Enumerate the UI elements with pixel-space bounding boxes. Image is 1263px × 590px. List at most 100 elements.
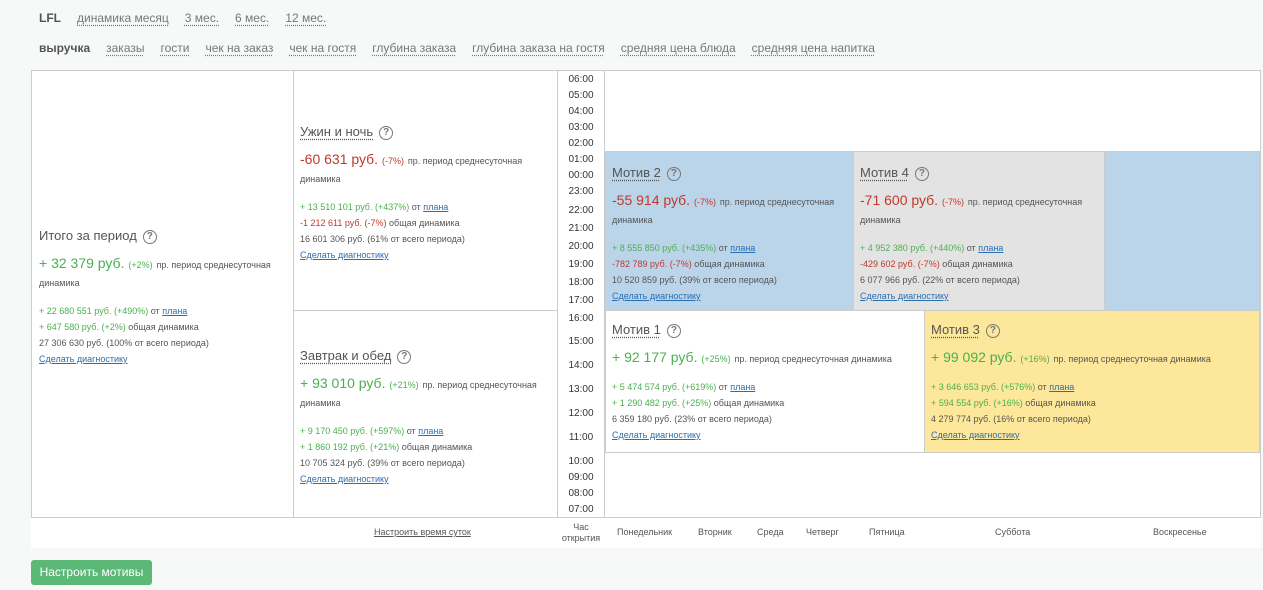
dinner-title[interactable]: Ужин и ночь (300, 124, 373, 139)
motiv2-plan-line: + 8 555 850 руб. (+435%) (612, 243, 717, 253)
motiv1-pct: (+25%) (701, 354, 731, 364)
day-thursday: Четверг (806, 527, 839, 537)
motiv1-plan-link[interactable]: плана (730, 382, 755, 392)
motiv4-plan-link[interactable]: плана (978, 243, 1003, 253)
nav-3m[interactable]: 3 мес. (185, 11, 219, 25)
nav-guests[interactable]: гости (160, 41, 189, 55)
dinner-block: Ужин и ночь? -60 631 руб. (-7%) пр. пери… (300, 123, 552, 263)
nav-month[interactable]: динамика месяц (77, 11, 169, 25)
total-diagnostics-link[interactable]: Сделать диагностику (39, 351, 289, 367)
nav-check-guest[interactable]: чек на гостя (289, 41, 356, 55)
motiv1-desc: пр. период среднесуточная динамика (734, 354, 892, 364)
dinner-summary: -60 631 руб. (-7%) пр. период среднесуто… (300, 151, 552, 187)
nav-avg-dish[interactable]: средняя цена блюда (621, 41, 736, 55)
time-label: 14:00 (568, 360, 594, 371)
motiv4-sum-line: 6 077 966 руб. (22% от всего периода) (860, 275, 1020, 285)
help-icon[interactable]: ? (379, 126, 394, 140)
dinner-title-row: Ужин и ночь? (300, 123, 552, 141)
motiv1-title[interactable]: Мотив 1 (612, 322, 661, 337)
dinner-pct: (-7%) (381, 156, 404, 166)
motiv4-diagnostics-link[interactable]: Сделать диагностику (860, 288, 1102, 304)
breakfast-diagnostics-link[interactable]: Сделать диагностику (300, 471, 552, 487)
time-label: 03:00 (568, 122, 594, 133)
total-title-row: Итого за период? (39, 227, 289, 245)
help-icon[interactable]: ? (397, 350, 412, 364)
dinner-general-line: -1 212 611 руб. (-7%) (300, 218, 387, 228)
motiv2-cell-sunday (1104, 151, 1260, 311)
motiv3-diagnostics-link[interactable]: Сделать диагностику (931, 427, 1257, 443)
motiv3-cell: Мотив 3? + 99 092 руб. (+16%) пр. период… (924, 310, 1260, 453)
total-pct: (+2%) (128, 260, 153, 270)
configure-motives-button[interactable]: Настроить мотивы (31, 560, 152, 585)
total-plan-link[interactable]: плана (162, 306, 187, 316)
nav-lfl[interactable]: LFL (39, 11, 61, 25)
motiv1-sum-line: 6 359 180 руб. (23% от всего периода) (612, 414, 772, 424)
configure-time-link[interactable]: Настроить время суток (374, 527, 471, 537)
metric-nav: выручка заказы гости чек на заказ чек на… (39, 41, 891, 55)
motiv1-plan-text: от (718, 382, 728, 392)
help-icon[interactable]: ? (666, 167, 681, 181)
motiv3-general-line: + 594 554 руб. (+16%) (931, 398, 1023, 408)
nav-revenue[interactable]: выручка (39, 41, 90, 55)
motiv1-general-line: + 1 290 482 руб. (+25%) (612, 398, 712, 408)
motiv4-pct: (-7%) (941, 197, 964, 207)
motiv3-pct: (+16%) (1020, 354, 1050, 364)
time-label: 09:00 (568, 472, 594, 483)
motiv3-summary: + 99 092 руб. (+16%) пр. период среднесу… (931, 349, 1257, 367)
time-label: 07:00 (568, 504, 594, 515)
motiv1-plan-line: + 5 474 574 руб. (+619%) (612, 382, 717, 392)
nav-orders[interactable]: заказы (106, 41, 144, 55)
motiv2-general-text: общая динамика (694, 259, 765, 269)
time-label: 19:00 (568, 259, 594, 270)
breakfast-plan-line: + 9 170 450 руб. (+597%) (300, 426, 405, 436)
motiv4-title-row: Мотив 4? (860, 164, 1102, 182)
time-label: 12:00 (568, 408, 594, 419)
nav-order-depth-guest[interactable]: глубина заказа на гостя (472, 41, 605, 55)
nav-check-order[interactable]: чек на заказ (205, 41, 273, 55)
motiv1-general-text: общая динамика (713, 398, 785, 408)
day-wednesday: Среда (757, 527, 784, 537)
motiv3-title[interactable]: Мотив 3 (931, 322, 980, 337)
motiv4-title[interactable]: Мотив 4 (860, 165, 909, 180)
breakfast-general-line: + 1 860 192 руб. (+21%) (300, 442, 400, 452)
motiv2-summary: -55 914 руб. (-7%) пр. период среднесуто… (612, 192, 852, 228)
day-friday: Пятница (869, 527, 905, 537)
motiv3-plan-link[interactable]: плана (1049, 382, 1074, 392)
motiv1-diagnostics-link[interactable]: Сделать диагностику (612, 427, 922, 443)
help-icon[interactable]: ? (666, 324, 681, 338)
period-nav: LFL динамика месяц 3 мес. 6 мес. 12 мес. (39, 11, 342, 25)
dinner-plan-link[interactable]: плана (423, 202, 448, 212)
nav-avg-drink[interactable]: средняя цена напитка (752, 41, 875, 55)
help-icon[interactable]: ? (914, 167, 929, 181)
motiv3-desc: пр. период среднесуточная динамика (1053, 354, 1211, 364)
nav-order-depth[interactable]: глубина заказа (372, 41, 456, 55)
nav-12m[interactable]: 12 мес. (285, 11, 326, 25)
dinner-diagnostics-link[interactable]: Сделать диагностику (300, 247, 552, 263)
nav-6m[interactable]: 6 мес. (235, 11, 269, 25)
motiv4-summary: -71 600 руб. (-7%) пр. период среднесуто… (860, 192, 1102, 228)
dinner-value: -60 631 руб. (300, 151, 379, 167)
breakfast-plan-link[interactable]: плана (418, 426, 443, 436)
breakfast-plan-text: от (406, 426, 416, 436)
time-label: 16:00 (568, 313, 594, 324)
time-label: 01:00 (568, 154, 594, 165)
breakfast-title-row: Завтрак и обед? (300, 347, 552, 365)
breakfast-sum-line: 10 705 324 руб. (39% от всего периода) (300, 458, 465, 468)
breakfast-value: + 93 010 руб. (300, 375, 386, 391)
breakfast-block: Завтрак и обед? + 93 010 руб. (+21%) пр.… (300, 347, 552, 487)
time-label: 22:00 (568, 205, 594, 216)
motiv2-title[interactable]: Мотив 2 (612, 165, 661, 180)
help-icon[interactable]: ? (142, 230, 157, 244)
motiv4-general-line: -429 602 руб. (-7%) (860, 259, 940, 269)
time-label: 23:00 (568, 186, 594, 197)
breakfast-title[interactable]: Завтрак и обед (300, 348, 391, 363)
total-sum-line: 27 306 630 руб. (100% от всего периода) (39, 338, 209, 348)
day-sunday: Воскресенье (1153, 527, 1207, 537)
motiv1-title-row: Мотив 1? (612, 321, 922, 339)
motiv2-plan-link[interactable]: плана (730, 243, 755, 253)
time-label: 08:00 (568, 488, 594, 499)
motiv2-diagnostics-link[interactable]: Сделать диагностику (612, 288, 852, 304)
motiv4-details: + 4 952 380 руб. (+440%) от плана -429 6… (860, 240, 1102, 304)
total-general-line: + 647 580 руб. (+2%) (39, 322, 126, 332)
help-icon[interactable]: ? (985, 324, 1000, 338)
